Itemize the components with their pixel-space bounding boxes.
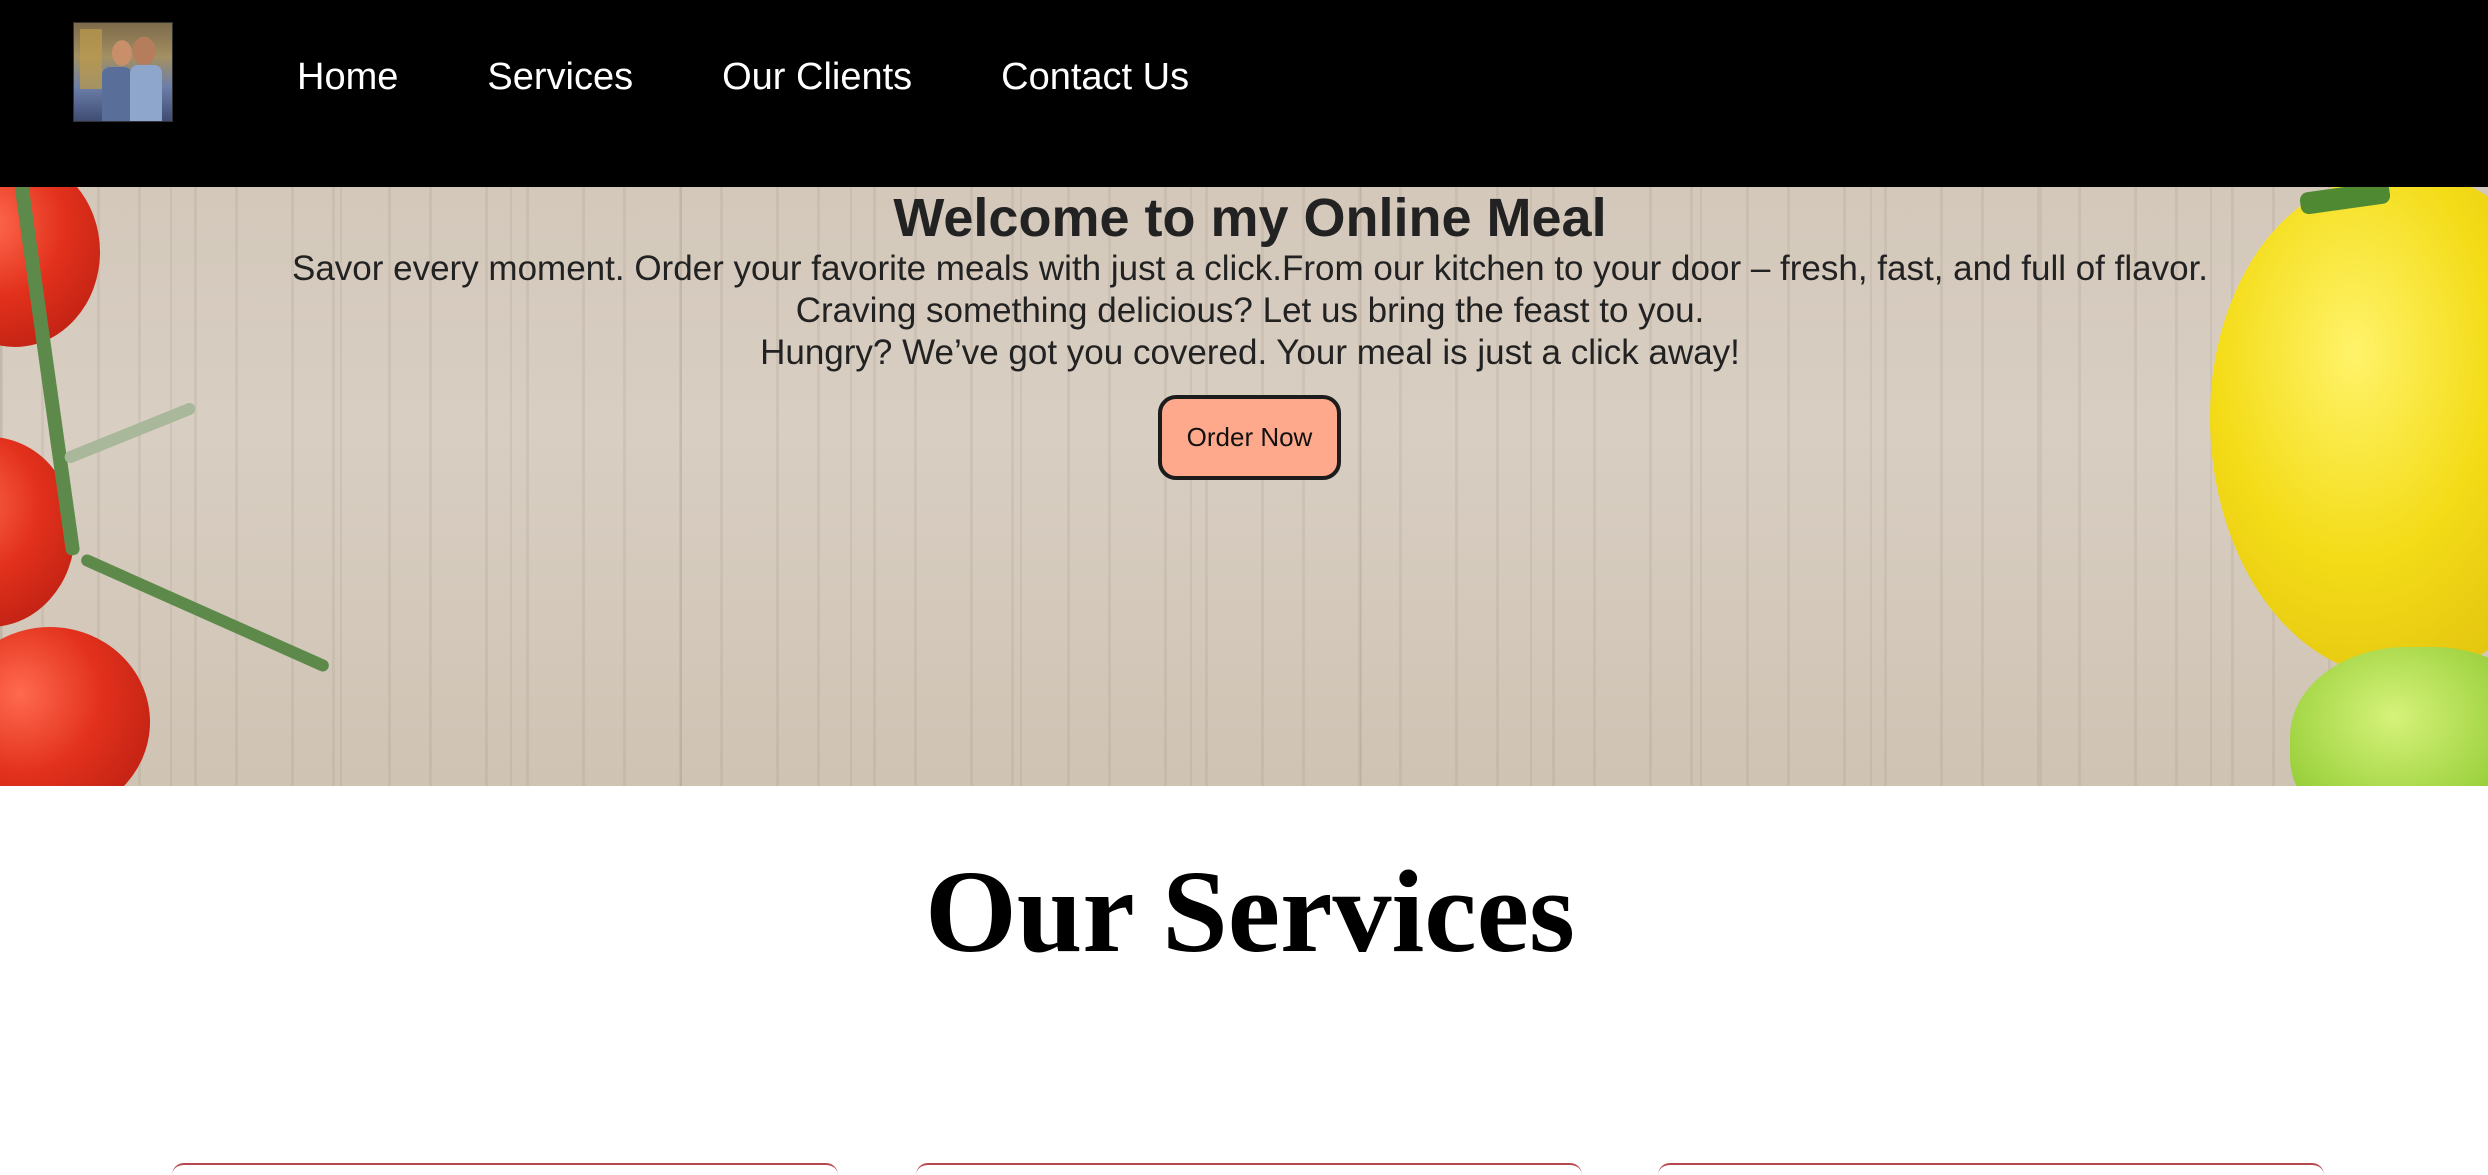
hero-tagline-1: Savor every moment. Order your favorite …	[291, 249, 2209, 288]
green-pepper-decoration	[2290, 647, 2488, 786]
hero-tagline-2: Craving something delicious? Let us brin…	[795, 291, 1705, 330]
nav-link-our-clients[interactable]: Our Clients	[722, 52, 912, 102]
nav-link-services[interactable]: Services	[487, 52, 633, 102]
service-card[interactable]	[1658, 1163, 2324, 1175]
main-nav: Home Services Our Clients Contact Us	[297, 52, 1278, 102]
nav-link-home[interactable]: Home	[297, 52, 398, 102]
hero-title: Welcome to my Online Meal	[893, 188, 1607, 248]
tomato-stem	[62, 401, 198, 465]
order-now-button[interactable]: Order Now	[1158, 395, 1341, 480]
navbar: Home Services Our Clients Contact Us	[0, 0, 2488, 187]
logo-photo-person-left	[102, 67, 132, 121]
logo-image[interactable]	[73, 22, 173, 122]
tomato-decoration	[0, 627, 150, 786]
service-card[interactable]	[172, 1163, 838, 1175]
logo-photo-person-right	[130, 65, 162, 121]
logo-photo-frame	[80, 29, 102, 89]
nav-link-contact-us[interactable]: Contact Us	[1001, 52, 1189, 102]
service-card[interactable]	[916, 1163, 1582, 1175]
services-heading: Our Services	[925, 846, 1575, 977]
hero-tagline-3: Hungry? We’ve got you covered. Your meal…	[760, 333, 1740, 372]
